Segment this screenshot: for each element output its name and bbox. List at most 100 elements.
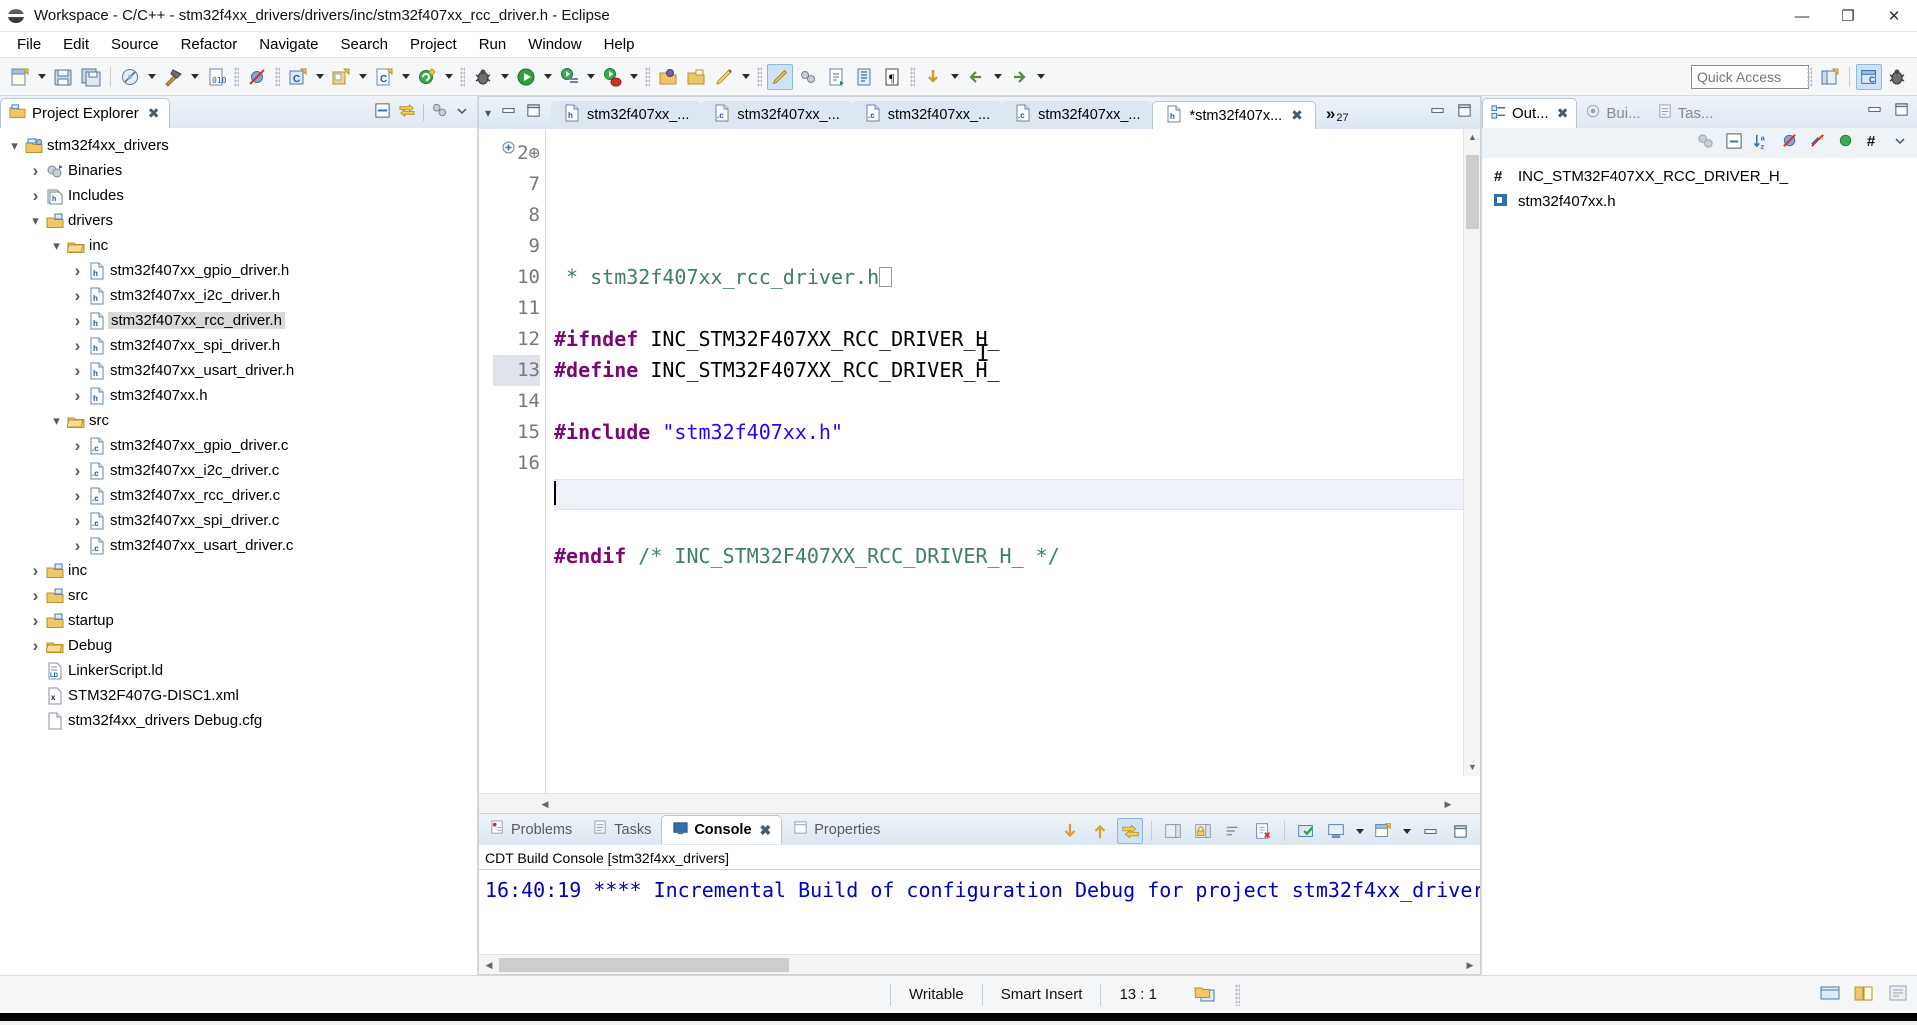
run-dropdown-icon[interactable]: [541, 64, 554, 90]
collapse-all-icon[interactable]: [1725, 132, 1743, 154]
open-perspective-icon[interactable]: [1817, 64, 1843, 90]
close-icon[interactable]: ✖: [1557, 105, 1569, 122]
chevron-right-icon[interactable]: [69, 361, 86, 381]
status-build-indicator-icon[interactable]: [1175, 982, 1235, 1008]
code-line[interactable]: [554, 479, 1480, 510]
chevron-right-icon[interactable]: [27, 611, 44, 631]
binary-icon[interactable]: 010: [203, 64, 229, 90]
code-line[interactable]: #ifndef INC_STM32F407XX_RCC_DRIVER_H_: [554, 324, 1480, 355]
focus-on-active-task-icon[interactable]: [1696, 132, 1715, 155]
console-tab-properties[interactable]: Properties: [782, 815, 890, 844]
code-line[interactable]: [554, 386, 1480, 417]
minimize-outline-icon[interactable]: [1867, 102, 1882, 121]
perspective-debug-icon[interactable]: [1884, 64, 1910, 90]
menu-edit[interactable]: Edit: [52, 34, 100, 55]
tree-item[interactable]: h stm32f407xx_spi_driver.h: [0, 333, 477, 358]
new-c-class-dropdown-icon[interactable]: [356, 64, 369, 90]
scroll-down-arrow-icon[interactable]: ▼: [1464, 759, 1480, 776]
remove-console-icon[interactable]: [1250, 818, 1276, 844]
chevron-right-icon[interactable]: [27, 636, 44, 656]
tree-item[interactable]: h stm32f407xx.h: [0, 383, 477, 408]
tree-item[interactable]: h stm32f407xx_i2c_driver.h: [0, 283, 477, 308]
chevron-right-icon[interactable]: [69, 536, 86, 556]
minimize-editor-icon[interactable]: [501, 103, 516, 122]
lock-console-icon[interactable]: [1190, 818, 1216, 844]
menu-file[interactable]: File: [6, 34, 52, 55]
scroll-lock-down-icon[interactable]: [1057, 818, 1083, 844]
tree-item[interactable]: stm32f4xx_drivers Debug.cfg: [0, 708, 477, 733]
forward-dropdown-icon[interactable]: [1034, 64, 1047, 90]
tree-item[interactable]: h Includes: [0, 183, 477, 208]
console-scroll-left-icon[interactable]: ◀: [479, 955, 499, 975]
maximize-editor-panel-icon[interactable]: [1457, 103, 1472, 122]
chevron-down-icon[interactable]: [48, 238, 65, 254]
tree-item[interactable]: stm32f4xx_drivers: [0, 133, 477, 158]
sort-alphabetically-icon[interactable]: az: [1753, 132, 1771, 155]
back-dropdown-icon[interactable]: [991, 64, 1004, 90]
chevron-right-icon[interactable]: [69, 461, 86, 481]
hammer-dropdown-icon[interactable]: [188, 64, 201, 90]
new-c-project-icon[interactable]: C: [285, 64, 311, 90]
save-all-icon[interactable]: [78, 64, 104, 90]
tree-item[interactable]: inc: [0, 233, 477, 258]
tree-item[interactable]: .c stm32f407xx_i2c_driver.c: [0, 458, 477, 483]
console-tab-tasks[interactable]: Tasks: [582, 815, 661, 844]
chevron-right-icon[interactable]: [69, 436, 86, 456]
tab-outline[interactable]: Out... ✖: [1482, 98, 1578, 128]
collapse-all-icon[interactable]: [374, 102, 391, 123]
chevron-right-icon[interactable]: [27, 561, 44, 581]
editor-tab[interactable]: h stm32f407xx_...: [551, 101, 702, 129]
scrollbar-thumb[interactable]: [1466, 155, 1479, 229]
outline-item[interactable]: stm32f407xx.h: [1482, 189, 1917, 214]
fold-expand-icon[interactable]: [502, 141, 515, 154]
view-menu-icon[interactable]: [431, 102, 448, 123]
tree-item[interactable]: src: [0, 408, 477, 433]
chevron-right-icon[interactable]: [27, 586, 44, 606]
code-editor-body[interactable]: 2⊕ 7 8 9 10 11 12 13 14 15 16 I * stm32f407xx_rcc_…: [479, 129, 1480, 793]
menu-window[interactable]: Window: [517, 34, 592, 55]
outline-item[interactable]: # INC_STM32F407XX_RCC_DRIVER_H_: [1482, 164, 1917, 189]
chevron-right-icon[interactable]: [69, 511, 86, 531]
chevron-down-icon[interactable]: [48, 413, 65, 429]
tree-item[interactable]: h stm32f407xx_gpio_driver.h: [0, 258, 477, 283]
console-tab-problems[interactable]: Problems: [479, 815, 582, 844]
tree-item[interactable]: LD LinkerScript.ld: [0, 658, 477, 683]
display-console-dropdown-icon[interactable]: [1353, 818, 1366, 844]
tree-item[interactable]: drivers: [0, 208, 477, 233]
code-line[interactable]: #endif /* INC_STM32F407XX_RCC_DRIVER_H_ …: [554, 541, 1480, 572]
console-tab-console[interactable]: Console ✖: [661, 815, 783, 844]
editor-tab[interactable]: .c stm32f407xx_...: [701, 101, 852, 129]
run-last-dropdown-icon[interactable]: [627, 64, 640, 90]
tree-item[interactable]: h stm32f407xx_rcc_driver.h: [0, 308, 477, 333]
new-c-class-icon[interactable]: [328, 64, 354, 90]
save-icon[interactable]: [50, 64, 76, 90]
tree-item[interactable]: inc: [0, 558, 477, 583]
debug-bug-icon[interactable]: [470, 64, 496, 90]
maximize-console-icon[interactable]: [1447, 818, 1473, 844]
menu-source[interactable]: Source: [100, 34, 170, 55]
hammer-build-icon[interactable]: [160, 64, 186, 90]
open-console-icon[interactable]: [1293, 818, 1319, 844]
show-whitespace-icon[interactable]: [851, 64, 877, 90]
tree-item[interactable]: h stm32f407xx_usart_driver.h: [0, 358, 477, 383]
chevron-right-icon[interactable]: [69, 261, 86, 281]
new-c-project-dropdown-icon[interactable]: [313, 64, 326, 90]
external-tools-icon[interactable]: [556, 64, 582, 90]
maximize-editor-icon[interactable]: [526, 103, 541, 122]
clear-console-icon[interactable]: [1160, 818, 1186, 844]
tree-item[interactable]: src: [0, 583, 477, 608]
tree-item[interactable]: Binaries: [0, 158, 477, 183]
next-annotation-icon[interactable]: [823, 64, 849, 90]
tree-item[interactable]: .c stm32f407xx_spi_driver.c: [0, 508, 477, 533]
open-resource-icon[interactable]: [683, 64, 709, 90]
chevron-right-icon[interactable]: [69, 336, 86, 356]
close-icon[interactable]: ✖: [148, 105, 160, 122]
menu-navigate[interactable]: Navigate: [248, 34, 329, 55]
maximize-outline-icon[interactable]: [1894, 102, 1909, 121]
minimize-console-icon[interactable]: [1417, 818, 1443, 844]
new-source-dropdown-icon[interactable]: [399, 64, 412, 90]
tree-item[interactable]: x STM32F407G-DISC1.xml: [0, 683, 477, 708]
editor-tab-active[interactable]: h *stm32f407x... ✖: [1152, 101, 1316, 129]
menu-search[interactable]: Search: [329, 34, 399, 55]
status-info-icon[interactable]: [1887, 983, 1909, 1007]
